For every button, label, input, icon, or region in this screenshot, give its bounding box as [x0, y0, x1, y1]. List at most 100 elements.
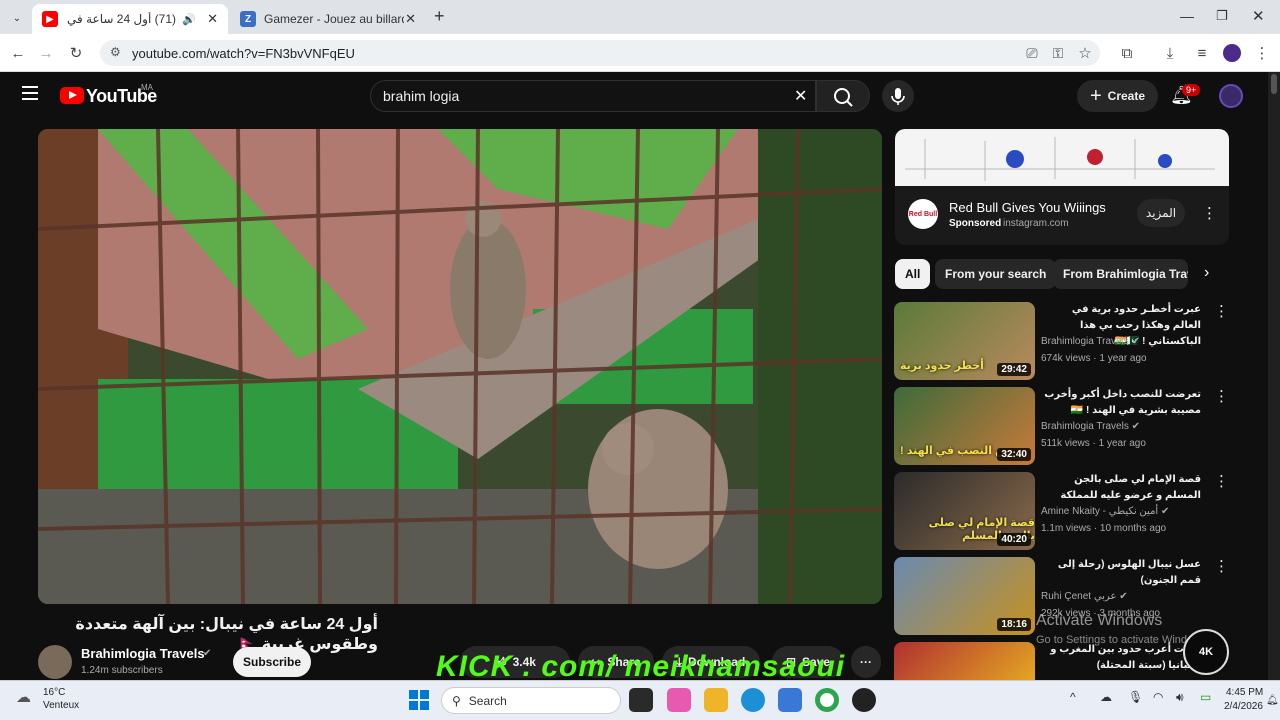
copilot-icon[interactable] [667, 688, 691, 712]
upload-age: 1 year ago [1098, 438, 1146, 449]
password-key-icon[interactable]: ⚿ [1048, 43, 1068, 63]
menu-hamburger-icon[interactable] [22, 86, 38, 100]
ad-card[interactable]: Red Bull Red Bull Gives You Wiiings Spon… [895, 129, 1229, 245]
more-actions-button[interactable]: ··· [851, 646, 881, 678]
minimize-icon[interactable]: — [1180, 8, 1194, 24]
cast-icon[interactable]: ⎚ [1022, 43, 1042, 63]
recommendation-menu-icon[interactable]: ⋮ [1214, 557, 1229, 575]
restore-icon[interactable]: ❐ [1216, 8, 1228, 24]
edge-icon[interactable] [741, 688, 765, 712]
video-player[interactable] [38, 129, 882, 604]
recommendation-thumbnail[interactable] [894, 642, 1035, 680]
recommendation-title[interactable]: تعرضت للنصب داخل أكبر وأخرب مصيبة بشرية … [1041, 387, 1201, 419]
recommendation-thumbnail[interactable]: قصة الإمام لي صلى بالجن المسلم40:20 [894, 472, 1035, 550]
tray-overflow-icon[interactable]: ^ [1070, 690, 1076, 704]
search-button[interactable] [816, 80, 870, 112]
task-view-icon[interactable] [629, 688, 653, 712]
recommendation-item[interactable]: من النصب في الهند ! 32:40 تعرضت للنصب داخل… [894, 387, 1229, 465]
weather-icon[interactable]: ☁ [16, 688, 31, 706]
profile-avatar[interactable] [1223, 44, 1241, 62]
chrome-menu-icon[interactable]: ⋮ [1252, 43, 1272, 63]
notification-bell-icon[interactable]: 🔔︎ [1266, 695, 1279, 706]
page-scrollbar[interactable] [1268, 72, 1280, 680]
recommendation-menu-icon[interactable]: ⋮ [1214, 387, 1229, 405]
recommendation-item[interactable]: عبرت أعرب حدود بين المغرب و إسبانيا (سبت… [894, 642, 1214, 680]
recommendation-title[interactable]: عسل نيبال الهلوس (رحلة إلى قمم الجنون) [1041, 557, 1201, 589]
channel-name[interactable]: Brahimlogia Travels [81, 646, 205, 661]
file-explorer-icon[interactable] [704, 688, 728, 712]
app-taskbar-icon[interactable] [852, 688, 876, 712]
clear-search-icon[interactable]: ✕ [794, 86, 807, 106]
recommendation-item[interactable]: قصة الإمام لي صلى بالجن المسلم40:20قصة ا… [894, 472, 1229, 550]
media-controls-icon[interactable]: ≡ [1192, 43, 1212, 63]
verified-icon: ✔ [1131, 421, 1140, 432]
audio-playing-icon[interactable]: 🔊 [182, 13, 196, 26]
windows-start-icon[interactable] [408, 689, 430, 711]
subscriber-count: 1.24m subscribers [81, 665, 163, 676]
channel-avatar[interactable] [38, 645, 72, 679]
tab-close-icon[interactable]: ✕ [405, 11, 416, 27]
reload-icon[interactable]: ↻ [66, 43, 86, 63]
recommendation-thumbnail[interactable]: 18:16 [894, 557, 1035, 635]
recommendation-thumbnail[interactable]: أخطر حدود برية 29:42 [894, 302, 1035, 380]
channel-label: Amine Nkaity - أمين نكيطي [1041, 506, 1159, 517]
recommendation-menu-icon[interactable]: ⋮ [1214, 302, 1229, 320]
window-close-icon[interactable]: ✕ [1252, 7, 1265, 25]
subscribe-button[interactable]: Subscribe [233, 647, 311, 677]
volume-icon[interactable]: 🔊︎ [1176, 690, 1184, 705]
chips-next-icon[interactable]: › [1204, 264, 1209, 282]
chip-from-your-search[interactable]: From your search [935, 259, 1057, 289]
wifi-icon[interactable]: ◠ [1153, 690, 1163, 704]
chip-all[interactable]: All [895, 259, 931, 289]
battery-icon[interactable]: ▭ [1200, 690, 1211, 704]
chip-from-channel[interactable]: From Brahimlogia Travels [1053, 259, 1188, 289]
recommendation-channel[interactable]: Brahimlogia Travels ✔ [1041, 336, 1140, 347]
youtube-logo-icon[interactable] [60, 87, 84, 104]
site-info-icon[interactable]: ⚙ [110, 45, 121, 59]
recommendation-menu-icon[interactable]: ⋮ [1214, 472, 1229, 490]
recommendation-channel[interactable]: Ruhi Çenet عربي ✔ [1041, 591, 1128, 602]
view-count: 511k views [1041, 438, 1090, 449]
recommendation-title[interactable]: قصة الإمام لي صلى بالجن المسلم و عرضو عل… [1041, 472, 1201, 504]
ad-title[interactable]: Red Bull Gives You Wiiings [949, 200, 1106, 215]
duration-badge: 32:40 [997, 448, 1031, 461]
bookmark-star-icon[interactable]: ☆ [1075, 43, 1095, 63]
recommendation-channel[interactable]: Amine Nkaity - أمين نكيطي ✔ [1041, 506, 1169, 517]
search-input[interactable]: brahim logia [370, 80, 816, 112]
new-tab-icon[interactable]: + [434, 6, 445, 27]
clock-date[interactable]: 2/4/2026 [1224, 701, 1263, 712]
recommendation-item[interactable]: أخطر حدود برية 29:42 عبرت أخطـر حدود برية … [894, 302, 1229, 380]
address-bar[interactable]: ⚙ youtube.com/watch?v=FN3bvVNFqEU [100, 40, 1100, 66]
ad-cta-button[interactable]: المزيد [1137, 199, 1185, 227]
onedrive-icon[interactable]: ☁ [1100, 690, 1112, 704]
tab-close-icon[interactable]: ✕ [207, 11, 218, 27]
voice-search-button[interactable] [882, 80, 914, 112]
recommendation-thumbnail[interactable]: من النصب في الهند ! 32:40 [894, 387, 1035, 465]
channel-label: Ruhi Çenet عربي [1041, 591, 1117, 602]
watermark-text: KICK . com/ meikhamsaoui [436, 650, 846, 683]
back-icon[interactable]: ← [8, 43, 28, 63]
create-button[interactable]: + Create [1077, 80, 1158, 112]
recommendation-title[interactable]: عبرت أعرب حدود بين المغرب و إسبانيا (سبت… [1041, 642, 1201, 674]
upload-age: 10 months ago [1099, 523, 1167, 534]
duration-badge: 40:20 [997, 533, 1031, 546]
downloads-icon[interactable]: ⤓ [1160, 43, 1180, 63]
weather-desc[interactable]: Venteux [43, 700, 79, 711]
tab-search-icon[interactable]: ⌄ [8, 9, 26, 27]
taskbar-search-icon: ⚲ [452, 693, 461, 708]
store-icon[interactable] [778, 688, 802, 712]
url-text: youtube.com/watch?v=FN3bvVNFqEU [132, 45, 355, 61]
clock-time[interactable]: 4:45 PM [1226, 687, 1263, 698]
sponsored-label: Sponsored [949, 218, 1002, 229]
extensions-icon[interactable]: ⧉ [1117, 43, 1137, 63]
weather-temp[interactable]: 16°C [43, 687, 65, 698]
taskbar-search[interactable]: ⚲ Search [441, 687, 621, 714]
ad-menu-icon[interactable]: ⋮ [1202, 204, 1217, 222]
chrome-taskbar-icon[interactable] [815, 688, 839, 712]
recommendation-channel[interactable]: Brahimlogia Travels ✔ [1041, 421, 1140, 432]
browser-tab-gamezer[interactable]: Z Gamezer - Jouez au billard, aux ✕ [230, 4, 426, 34]
forward-icon[interactable]: → [36, 43, 56, 63]
browser-tab-youtube[interactable]: ▶ (71) أول 24 ساعة في نيبال: 🔊 ✕ [32, 4, 228, 34]
account-avatar[interactable] [1219, 84, 1243, 108]
mic-tray-icon[interactable]: 🎙︎ [1128, 690, 1143, 704]
